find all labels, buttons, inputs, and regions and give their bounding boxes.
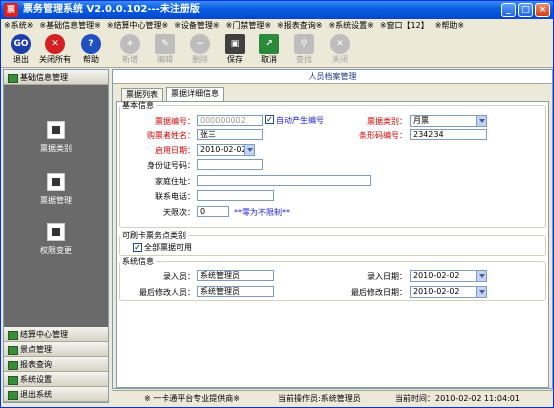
chevron-down-icon (476, 287, 486, 297)
barcode-field[interactable]: 234234 (410, 129, 487, 140)
ticket-manage-icon (47, 173, 65, 191)
menu-device[interactable]: ※设备管理※ (171, 19, 222, 32)
add-button[interactable]: + 新增 (114, 34, 146, 67)
id-number-label: 身份证号码： (147, 161, 195, 170)
entry-user-field[interactable]: 系统管理员 (197, 270, 274, 281)
menu-reports[interactable]: ※报表查询※ (274, 19, 325, 32)
phone-field[interactable] (197, 190, 274, 201)
menu-settings[interactable]: ※系统设置※ (325, 19, 376, 32)
window-title: 票务管理系统 V2.0.0.102---未注册版 (23, 4, 200, 15)
entry-date-label: 录入日期： (367, 272, 407, 281)
main-window: 票 票务管理系统 V2.0.0.102---未注册版 _ □ × ※系统※ ※基础… (0, 0, 554, 408)
tab-ticket-detail[interactable]: 票据详细信息 (166, 87, 224, 101)
status-time: 当前时间：2010-02-02 11:04:01 (395, 394, 520, 403)
delete-icon: − (190, 34, 210, 54)
modified-date-label: 最后修改日期： (351, 288, 407, 297)
title-bar: 票 票务管理系统 V2.0.0.102---未注册版 _ □ × (1, 1, 553, 19)
auto-number-label: 自动产生编号 (276, 116, 324, 125)
sidebar-item-ticket-type[interactable]: 票据类别 (26, 121, 86, 154)
save-icon: ▣ (225, 34, 245, 54)
start-date-label: 启用日期： (155, 146, 195, 155)
sidebar-section-settings[interactable]: 系统设置 (4, 372, 108, 387)
menu-settlement[interactable]: ※结算中心管理※ (104, 19, 171, 32)
save-button[interactable]: ▣ 保存 (219, 34, 251, 67)
help-icon: ? (81, 34, 101, 54)
sidebar-item-ticket-manage[interactable]: 票据管理 (26, 173, 86, 206)
close-button[interactable]: ✕ 关闭 (324, 34, 356, 67)
toolbar: GO 退出 ✕ 关闭所有 ? 帮助 + 新增 ✎ 编辑 − 删除 ▣ 保存 ↗ 取消 ⚲ 查找 ✕… (1, 32, 553, 68)
menu-help[interactable]: ※帮助※ (432, 19, 467, 32)
swipe-category-legend: 可刷卡票务点类别 (122, 231, 186, 240)
address-label: 家庭住址： (155, 177, 195, 186)
phone-label: 联系电话： (155, 192, 195, 201)
app-icon: 票 (4, 3, 18, 17)
sidebar-header-basic-info[interactable]: 基础信息管理 (4, 70, 108, 85)
close-all-button[interactable]: ✕ 关闭所有 (39, 34, 71, 67)
menu-bar: ※系统※ ※基础信息管理※ ※结算中心管理※ ※设备管理※ ※门禁管理※ ※报表查询※ ※系… (1, 19, 553, 32)
cancel-icon: ↗ (259, 34, 279, 54)
all-tickets-label: 全部票据可用 (144, 243, 192, 252)
days-limit-field[interactable]: 0 (197, 206, 229, 217)
modified-user-label: 最后修改人员： (139, 288, 195, 297)
id-number-field[interactable] (197, 159, 263, 170)
chevron-down-icon (476, 271, 486, 281)
start-date-picker[interactable]: 2010-02-02 (197, 144, 255, 156)
buyer-name-label: 购票者姓名： (147, 131, 195, 140)
go-icon: GO (11, 34, 31, 54)
sidebar-section-settlement[interactable]: 结算中心管理 (4, 327, 108, 342)
ticket-type-icon (47, 121, 65, 139)
page-title: 人员档案管理 (113, 70, 552, 84)
barcode-label: 条形码编号： (359, 131, 407, 140)
ticket-type-select[interactable]: 月票 (410, 115, 487, 127)
sidebar: 基础信息管理 票据类别 票据管理 权限变更 结算中心管理 景点管理 报表查询 系… (3, 69, 109, 403)
edit-button[interactable]: ✎ 编辑 (149, 34, 181, 67)
find-button[interactable]: ⚲ 查找 (288, 34, 320, 67)
sidebar-section-reports[interactable]: 报表查询 (4, 357, 108, 372)
system-info-legend: 系统信息 (122, 257, 154, 266)
find-icon: ⚲ (294, 34, 314, 54)
tab-panel: 基本信息 票据编号： 000000002 ✓ 自动产生编号 票据类别： 月票 购… (116, 100, 549, 388)
status-provider: ※ 一卡通平台专业提供商※ (144, 394, 240, 403)
delete-button[interactable]: − 删除 (184, 34, 216, 67)
ticket-type-label: 票据类别： (367, 117, 407, 126)
cancel-button[interactable]: ↗ 取消 (253, 34, 285, 67)
entry-date-picker[interactable]: 2010-02-02 (410, 270, 487, 282)
help-button[interactable]: ? 帮助 (75, 34, 107, 67)
sidebar-section-exit[interactable]: 退出系统 (4, 387, 108, 402)
address-field[interactable] (197, 175, 371, 186)
permission-icon (47, 223, 65, 241)
chevron-down-icon (244, 145, 254, 155)
edit-icon: ✎ (155, 34, 175, 54)
days-limit-label: 天限次： (163, 208, 195, 217)
sidebar-section-scenic[interactable]: 景点管理 (4, 342, 108, 357)
modified-user-field[interactable]: 系统管理员 (197, 286, 274, 297)
days-limit-note: **零为不限制** (234, 208, 290, 217)
minimize-icon[interactable]: _ (501, 3, 516, 17)
basic-info-legend: 基本信息 (122, 101, 154, 110)
main-panel: 人员档案管理 票据列表 票据详细信息 基本信息 票据编号： 000000002 … (112, 69, 553, 389)
all-tickets-checkbox[interactable]: ✓ (133, 243, 142, 252)
entry-user-label: 录入员： (163, 272, 195, 281)
close-icon: ✕ (330, 34, 350, 54)
menu-access[interactable]: ※门禁管理※ (223, 19, 274, 32)
buyer-name-field[interactable]: 张三 (197, 129, 263, 140)
sidebar-panel: 票据类别 票据管理 权限变更 (4, 85, 108, 330)
status-bar: ※ 一卡通平台专业提供商※ 当前操作员:系统管理员 当前时间：2010-02-0… (112, 390, 553, 407)
close-all-icon: ✕ (45, 34, 65, 54)
sidebar-item-permission[interactable]: 权限变更 (26, 223, 86, 256)
ticket-no-label: 票据编号： (155, 117, 195, 126)
chevron-down-icon (476, 116, 486, 126)
exit-button[interactable]: GO 退出 (5, 34, 37, 67)
menu-window[interactable]: ※窗口【12】 (377, 19, 432, 32)
modified-date-picker[interactable]: 2010-02-02 (410, 286, 487, 298)
menu-basic-info[interactable]: ※基础信息管理※ (36, 19, 103, 32)
ticket-no-field[interactable]: 000000002 (197, 115, 263, 126)
maximize-icon[interactable]: □ (518, 3, 533, 17)
close-icon[interactable]: × (535, 3, 550, 17)
auto-number-checkbox[interactable]: ✓ (265, 115, 274, 124)
menu-system[interactable]: ※系统※ (1, 19, 36, 32)
add-icon: + (120, 34, 140, 54)
status-operator: 当前操作员:系统管理员 (278, 394, 361, 403)
